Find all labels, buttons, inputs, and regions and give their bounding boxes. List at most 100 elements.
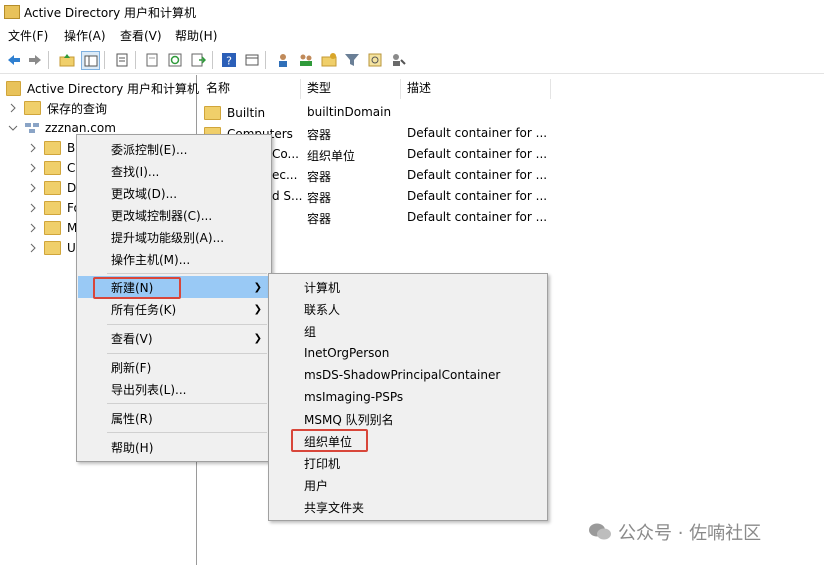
toolbar-separator: [48, 51, 49, 69]
menu-file[interactable]: 文件(F): [8, 27, 48, 44]
menu-item-refresh[interactable]: 刷新(F): [78, 356, 270, 378]
chevron-right-icon[interactable]: [28, 143, 38, 153]
tree-item-computers[interactable]: Co: [28, 158, 83, 178]
submenu-item-contact[interactable]: 联系人: [270, 298, 546, 320]
menu-item-export-list[interactable]: 导出列表(L)...: [78, 378, 270, 400]
submenu-item-shared-folder[interactable]: 共享文件夹: [270, 496, 546, 518]
submenu-item-inetorgperson[interactable]: InetOrgPerson: [270, 342, 546, 364]
submenu-item-msimaging[interactable]: msImaging-PSPs: [270, 386, 546, 408]
console-icon[interactable]: [243, 51, 260, 68]
submenu-item-user[interactable]: 用户: [270, 474, 546, 496]
menu-item-all-tasks[interactable]: 所有任务(K) ❯: [78, 298, 270, 320]
row-description: Default container for ...: [407, 126, 548, 140]
chevron-right-icon: ❯: [253, 282, 262, 293]
tree-item-users[interactable]: Us: [28, 238, 82, 258]
add-ou-icon[interactable]: [320, 51, 337, 68]
menu-view[interactable]: 查看(V): [120, 27, 162, 44]
chevron-right-icon[interactable]: [28, 183, 38, 193]
add-user-icon[interactable]: [274, 51, 291, 68]
folder-icon: [44, 141, 61, 155]
chevron-right-icon: ❯: [253, 333, 262, 344]
toolbar-separator: [212, 51, 213, 69]
toolbar-separator: [104, 51, 105, 69]
up-folder-icon[interactable]: [58, 51, 75, 68]
toolbar-separator: [265, 51, 266, 69]
menu-item-view[interactable]: 查看(V) ❯: [78, 327, 270, 349]
help-icon[interactable]: ?: [220, 51, 237, 68]
back-arrow-icon[interactable]: [5, 51, 22, 68]
tree-item-foreign[interactable]: Fo: [28, 198, 81, 218]
menu-separator: [107, 432, 267, 433]
submenu-item-printer[interactable]: 打印机: [270, 452, 546, 474]
filter-icon[interactable]: [343, 51, 360, 68]
menu-item-help[interactable]: 帮助(H): [78, 436, 270, 458]
table-row[interactable]: Builtin: [204, 103, 300, 123]
chevron-right-icon[interactable]: [28, 243, 38, 253]
chevron-right-icon[interactable]: [28, 223, 38, 233]
row-name: Builtin: [227, 106, 266, 120]
ou-folder-icon: [44, 181, 61, 195]
ad-app-icon: [4, 5, 20, 19]
chevron-right-icon[interactable]: [8, 103, 18, 113]
show-tree-icon[interactable]: [81, 51, 100, 70]
row-type: 组织单位: [307, 149, 356, 163]
menu-separator: [107, 324, 267, 325]
folder-icon: [44, 221, 61, 235]
forward-arrow-icon[interactable]: [26, 51, 43, 68]
row-name: ec...: [272, 168, 298, 182]
refresh-icon[interactable]: [166, 51, 183, 68]
column-header-type[interactable]: 类型: [301, 79, 401, 99]
column-header-name[interactable]: 名称: [200, 79, 301, 99]
menu-item-operations-masters[interactable]: 操作主机(M)...: [78, 248, 270, 270]
chevron-right-icon[interactable]: [28, 203, 38, 213]
submenu-item-group[interactable]: 组: [270, 320, 546, 342]
tree-item-managed[interactable]: M: [28, 218, 77, 238]
row-type: 容器: [307, 170, 332, 184]
ad-root-icon: [6, 80, 21, 96]
window-title: Active Directory 用户和计算机: [24, 6, 197, 20]
chevron-down-icon[interactable]: [8, 123, 18, 133]
tree-item-label: 保存的查询: [47, 101, 108, 116]
menu-action[interactable]: 操作(A): [64, 27, 106, 44]
menu-separator: [107, 403, 267, 404]
folder-icon: [24, 101, 41, 115]
title-bar: Active Directory 用户和计算机: [0, 0, 824, 24]
folder-icon: [44, 201, 61, 215]
properties-icon[interactable]: [113, 51, 130, 68]
wechat-icon: [589, 523, 611, 540]
submenu-item-msmq-alias[interactable]: MSMQ 队列别名: [270, 408, 546, 430]
toolbar-separator: [135, 51, 136, 69]
watermark-text: 公众号 · 佐喃社区: [618, 523, 762, 544]
menu-bar: 文件(F) 操作(A) 查看(V) 帮助(H): [0, 24, 824, 46]
menu-item-raise-level[interactable]: 提升域功能级别(A)...: [78, 226, 270, 248]
submenu-item-shadow-principal[interactable]: msDS-ShadowPrincipalContainer: [270, 364, 546, 386]
submenu-item-computer[interactable]: 计算机: [270, 276, 546, 298]
tree-item-builtin[interactable]: Bu: [28, 138, 83, 158]
menu-help[interactable]: 帮助(H): [175, 27, 217, 44]
menu-item-delegate-control[interactable]: 委派控制(E)...: [78, 138, 270, 160]
row-description: Default container for ...: [407, 210, 548, 224]
context-menu: 委派控制(E)... 查找(I)... 更改域(D)... 更改域控制器(C).…: [76, 134, 272, 462]
menu-item-change-domain[interactable]: 更改域(D)...: [78, 182, 270, 204]
row-description: Default container for ...: [407, 189, 548, 203]
row-type: 容器: [307, 212, 332, 226]
tree-item-saved-queries[interactable]: 保存的查询: [8, 98, 107, 118]
menu-separator: [107, 273, 267, 274]
find-icon[interactable]: [366, 51, 383, 68]
menu-separator: [107, 353, 267, 354]
export-icon[interactable]: [143, 51, 160, 68]
column-header-description[interactable]: 描述: [401, 79, 551, 99]
export-list-icon[interactable]: [189, 51, 206, 68]
tree-item-label: zzznan.com: [45, 121, 116, 135]
tree-root[interactable]: Active Directory 用户和计算机: [6, 78, 199, 98]
menu-item-properties[interactable]: 属性(R): [78, 407, 270, 429]
menu-item-change-dc[interactable]: 更改域控制器(C)...: [78, 204, 270, 226]
tree-root-label: Active Directory 用户和计算机: [27, 81, 200, 96]
row-type: 容器: [307, 128, 332, 142]
add-group-icon[interactable]: [297, 51, 314, 68]
chevron-right-icon[interactable]: [28, 163, 38, 173]
folder-icon: [44, 161, 61, 175]
row-description: Default container for ...: [407, 168, 548, 182]
menu-item-find[interactable]: 查找(I)...: [78, 160, 270, 182]
delegate-icon[interactable]: [389, 51, 406, 68]
